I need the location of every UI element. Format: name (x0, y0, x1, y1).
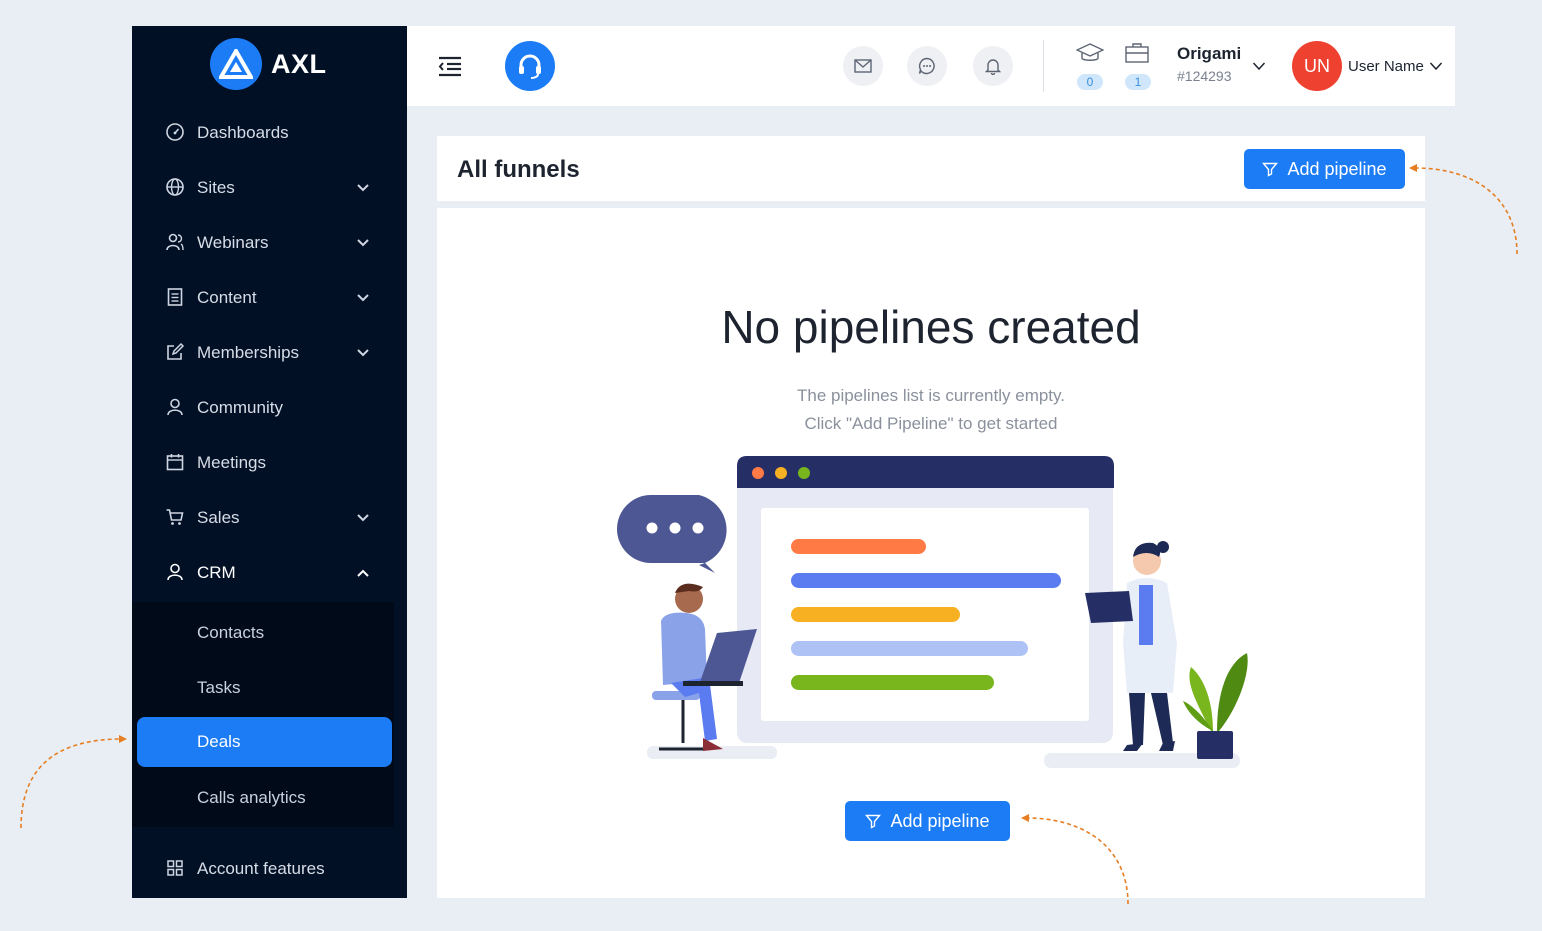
collapse-menu-icon[interactable] (437, 54, 463, 78)
graduation-cap-icon (1076, 43, 1104, 61)
sidebar-item-calls-analytics[interactable]: Calls analytics (132, 773, 394, 823)
add-pipeline-label: Add pipeline (890, 810, 990, 831)
user-icon (167, 563, 183, 581)
sidebar-item-meetings[interactable]: Meetings (132, 435, 407, 490)
filter-icon (1262, 162, 1279, 177)
sidebar-item-tasks[interactable]: Tasks (132, 663, 394, 713)
users-icon (166, 233, 184, 251)
filter-icon (865, 814, 882, 829)
sidebar-item-label: Sites (197, 177, 235, 197)
sidebar-item-label: Memberships (197, 342, 300, 362)
header-divider (1043, 40, 1044, 92)
account-name: Origami (1177, 44, 1242, 63)
empty-state-description: The pipelines list is currently empty. (796, 386, 1065, 405)
brand-name: AXL (271, 48, 327, 79)
sidebar-item-label: Sales (197, 507, 240, 527)
sidebar-item-account-features[interactable]: Account features (132, 841, 407, 896)
add-pipeline-button[interactable]: Add pipeline (1244, 149, 1405, 189)
brand-logo[interactable]: AXL (210, 38, 327, 90)
add-pipeline-label: Add pipeline (1287, 158, 1387, 179)
sidebar-item-label: CRM (197, 562, 236, 582)
sidebar-item-label: Calls analytics (197, 788, 306, 807)
user-name[interactable]: User Name (1348, 58, 1424, 75)
sidebar-item-deals[interactable]: Deals (137, 717, 392, 767)
document-icon (167, 288, 183, 306)
globe-icon (166, 178, 184, 196)
sidebar-item-crm[interactable]: CRM (132, 545, 407, 600)
cart-icon (166, 509, 184, 525)
account-switcher[interactable]: Origami #124293 (1177, 44, 1241, 84)
page-title: All funnels (457, 156, 580, 183)
sidebar-item-content[interactable]: Content (132, 270, 407, 325)
sidebar-item-sites[interactable]: Sites (132, 160, 407, 215)
sidebar-item-label: Webinars (197, 232, 269, 252)
chevron-down-icon (357, 239, 369, 247)
crm-submenu: Contacts Tasks Deals Calls analytics (132, 602, 394, 827)
gauge-icon (166, 123, 184, 141)
sidebar-item-label: Deals (197, 732, 241, 751)
briefcase-icon (1125, 43, 1149, 63)
chevron-down-icon (357, 349, 369, 357)
sidebar: AXL Dashboards Sites Webinars Content Me… (132, 26, 407, 898)
support-button[interactable] (505, 41, 555, 91)
avatar[interactable]: UN (1292, 41, 1342, 91)
empty-state-hint: Click "Add Pipeline" to get started (804, 414, 1058, 433)
bell-icon (985, 59, 1001, 75)
chevron-down-icon (357, 514, 369, 522)
sidebar-item-memberships[interactable]: Memberships (132, 325, 407, 380)
sidebar-item-label: Contacts (197, 623, 265, 642)
sidebar-item-contacts[interactable]: Contacts (132, 608, 394, 658)
edit-icon (167, 342, 185, 360)
calendar-icon (166, 454, 184, 471)
account-id: #124293 (1177, 68, 1232, 84)
sidebar-item-dashboards[interactable]: Dashboards (132, 105, 407, 160)
sidebar-item-community[interactable]: Community (132, 380, 407, 435)
sidebar-item-label: Account features (197, 858, 325, 878)
mail-button[interactable] (843, 46, 883, 86)
user-icon (167, 398, 183, 416)
notifications-button[interactable] (973, 46, 1013, 86)
chevron-down-icon[interactable] (1252, 59, 1266, 73)
sidebar-item-label: Tasks (197, 678, 241, 697)
chevron-up-icon (357, 569, 369, 577)
chevron-down-icon (357, 184, 369, 192)
sidebar-item-sales[interactable]: Sales (132, 490, 407, 545)
mail-icon (854, 59, 872, 73)
sidebar-item-label: Content (197, 287, 257, 307)
sidebar-item-webinars[interactable]: Webinars (132, 215, 407, 270)
empty-state-title: No pipelines created (721, 301, 1141, 353)
chevron-down-icon (357, 294, 369, 302)
sidebar-item-label: Dashboards (197, 122, 289, 142)
sidebar-item-label: Meetings (197, 452, 266, 472)
empty-pipelines-illustration (617, 456, 1248, 768)
page-header: All funnels Add pipeline (437, 136, 1425, 201)
chat-icon (918, 57, 935, 75)
sidebar-item-label: Community (197, 397, 283, 417)
annotation-arrow-top (1409, 164, 1518, 255)
chat-button[interactable] (907, 46, 947, 86)
add-pipeline-button-empty-state[interactable]: Add pipeline (845, 801, 1010, 841)
courses-counter[interactable]: 0 (1073, 42, 1107, 94)
axl-logo-icon (210, 38, 262, 90)
top-header: 0 1 Origami #124293 UN User Name (407, 26, 1455, 106)
products-counter[interactable]: 1 (1121, 42, 1155, 94)
headset-icon (519, 54, 541, 79)
annotation-arrow-bottom (1021, 814, 1129, 905)
courses-count-badge: 0 (1077, 74, 1103, 90)
products-count-badge: 1 (1125, 74, 1151, 90)
annotation-arrow-left (20, 735, 127, 829)
chevron-down-icon[interactable] (1429, 59, 1443, 73)
grid-icon (167, 860, 183, 876)
empty-state: No pipelines created The pipelines list … (437, 208, 1425, 898)
